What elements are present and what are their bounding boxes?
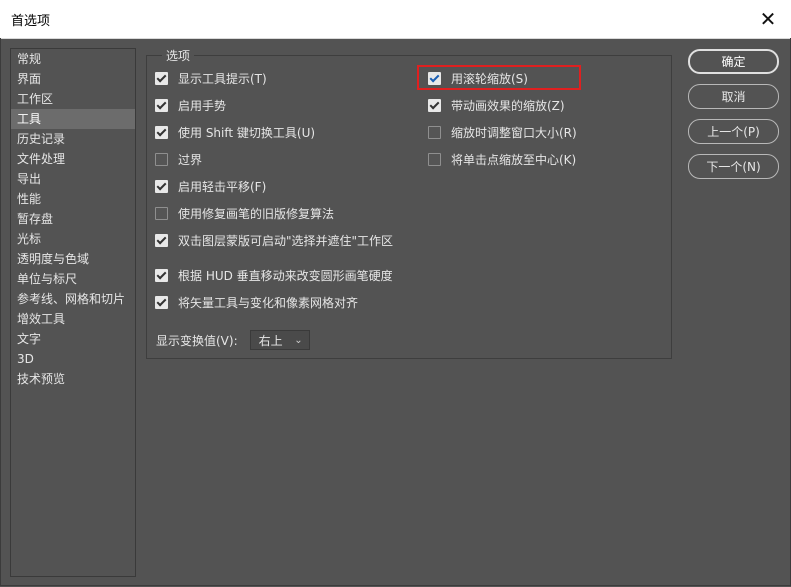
category-sidebar: 常规 界面 工作区 工具 历史记录 文件处理 导出 性能 暂存盘 光标 透明度与… [10, 48, 136, 577]
option-double-click-mask[interactable]: 双击图层蒙版可启动"选择并遮住"工作区 [155, 230, 393, 250]
option-label: 启用轻击平移(F) [178, 179, 267, 194]
sidebar-item-performance[interactable]: 性能 [11, 189, 135, 209]
option-label: 缩放时调整窗口大小(R) [451, 125, 577, 140]
option-label: 根据 HUD 垂直移动来改变圆形画笔硬度 [178, 268, 393, 283]
option-shift-switch-tools[interactable]: 使用 Shift 键切换工具(U) [155, 122, 315, 142]
checkbox-zoom-scroll-wheel[interactable] [428, 71, 441, 85]
cancel-button[interactable]: 取消 [688, 84, 779, 109]
option-overscroll[interactable]: 过界 [155, 149, 202, 169]
option-label: 双击图层蒙版可启动"选择并遮住"工作区 [178, 233, 394, 248]
option-label: 将单击点缩放至中心(K) [451, 152, 577, 167]
option-show-tooltips[interactable]: 显示工具提示(T) [155, 68, 267, 88]
option-enable-gestures[interactable]: 启用手势 [155, 95, 226, 115]
option-zoom-scroll-wheel[interactable]: 用滚轮缩放(S) [428, 68, 528, 88]
option-flick-panning[interactable]: 启用轻击平移(F) [155, 176, 266, 196]
option-hud-hardness[interactable]: 根据 HUD 垂直移动来改变圆形画笔硬度 [155, 265, 393, 285]
option-legacy-healing[interactable]: 使用修复画笔的旧版修复算法 [155, 203, 334, 223]
title-bar: 首选项 ✕ [0, 0, 791, 39]
window-title: 首选项 [11, 14, 51, 29]
sidebar-item-units-rulers[interactable]: 单位与标尺 [11, 269, 135, 289]
option-label: 显示工具提示(T) [178, 71, 267, 86]
sidebar-item-scratch-disks[interactable]: 暂存盘 [11, 209, 135, 229]
sidebar-item-cursors[interactable]: 光标 [11, 229, 135, 249]
checkbox-animated-zoom[interactable] [428, 98, 441, 112]
option-zoom-clicked-center[interactable]: 将单击点缩放至中心(K) [428, 149, 576, 169]
transform-values-row: 显示变换值(V): 右上 ⌄ [156, 330, 310, 350]
sidebar-item-plugins[interactable]: 增效工具 [11, 309, 135, 329]
checkbox-flick-panning[interactable] [155, 179, 168, 193]
checkbox-overscroll[interactable] [155, 152, 168, 166]
transform-values-select[interactable]: 右上 ⌄ [249, 330, 310, 350]
next-button[interactable]: 下一个(N) [688, 154, 779, 179]
option-label: 过界 [178, 152, 203, 167]
checkbox-shift-switch-tools[interactable] [155, 125, 168, 139]
sidebar-item-tech-previews[interactable]: 技术预览 [11, 369, 135, 389]
chevron-down-icon: ⌄ [294, 334, 303, 346]
option-snap-vector-tools[interactable]: 将矢量工具与变化和像素网格对齐 [155, 292, 358, 312]
checkbox-hud-hardness[interactable] [155, 268, 168, 282]
transform-values-value: 右上 [258, 333, 283, 348]
ok-button[interactable]: 确定 [688, 49, 779, 74]
checkbox-double-click-mask[interactable] [155, 233, 168, 247]
sidebar-item-3d[interactable]: 3D [11, 349, 135, 369]
option-zoom-resize-windows[interactable]: 缩放时调整窗口大小(R) [428, 122, 577, 142]
previous-button[interactable]: 上一个(P) [688, 119, 779, 144]
option-label: 使用修复画笔的旧版修复算法 [178, 206, 335, 221]
checkbox-show-tooltips[interactable] [155, 71, 168, 85]
transform-values-label: 显示变换值(V): [156, 333, 238, 348]
checkbox-legacy-healing[interactable] [155, 206, 168, 220]
checkbox-enable-gestures[interactable] [155, 98, 168, 112]
sidebar-item-guides-grid-slices[interactable]: 参考线、网格和切片 [11, 289, 135, 309]
option-label: 使用 Shift 键切换工具(U) [178, 125, 316, 140]
sidebar-item-history[interactable]: 历史记录 [11, 129, 135, 149]
sidebar-item-type[interactable]: 文字 [11, 329, 135, 349]
sidebar-item-general[interactable]: 常规 [11, 49, 135, 69]
sidebar-item-interface[interactable]: 界面 [11, 69, 135, 89]
sidebar-item-workspace[interactable]: 工作区 [11, 89, 135, 109]
checkbox-snap-vector-tools[interactable] [155, 295, 168, 309]
option-label: 用滚轮缩放(S) [451, 71, 528, 86]
sidebar-item-tools[interactable]: 工具 [11, 109, 135, 129]
checkbox-zoom-resize-windows[interactable] [428, 125, 441, 139]
checkbox-zoom-clicked-center[interactable] [428, 152, 441, 166]
option-label: 启用手势 [178, 98, 227, 113]
options-group-legend: 选项 [162, 47, 195, 64]
sidebar-item-export[interactable]: 导出 [11, 169, 135, 189]
sidebar-item-transparency-gamut[interactable]: 透明度与色域 [11, 249, 135, 269]
close-icon[interactable]: ✕ [745, 0, 791, 38]
option-label: 带动画效果的缩放(Z) [451, 98, 565, 113]
option-label: 将矢量工具与变化和像素网格对齐 [178, 295, 359, 310]
option-animated-zoom[interactable]: 带动画效果的缩放(Z) [428, 95, 565, 115]
sidebar-item-file-handling[interactable]: 文件处理 [11, 149, 135, 169]
